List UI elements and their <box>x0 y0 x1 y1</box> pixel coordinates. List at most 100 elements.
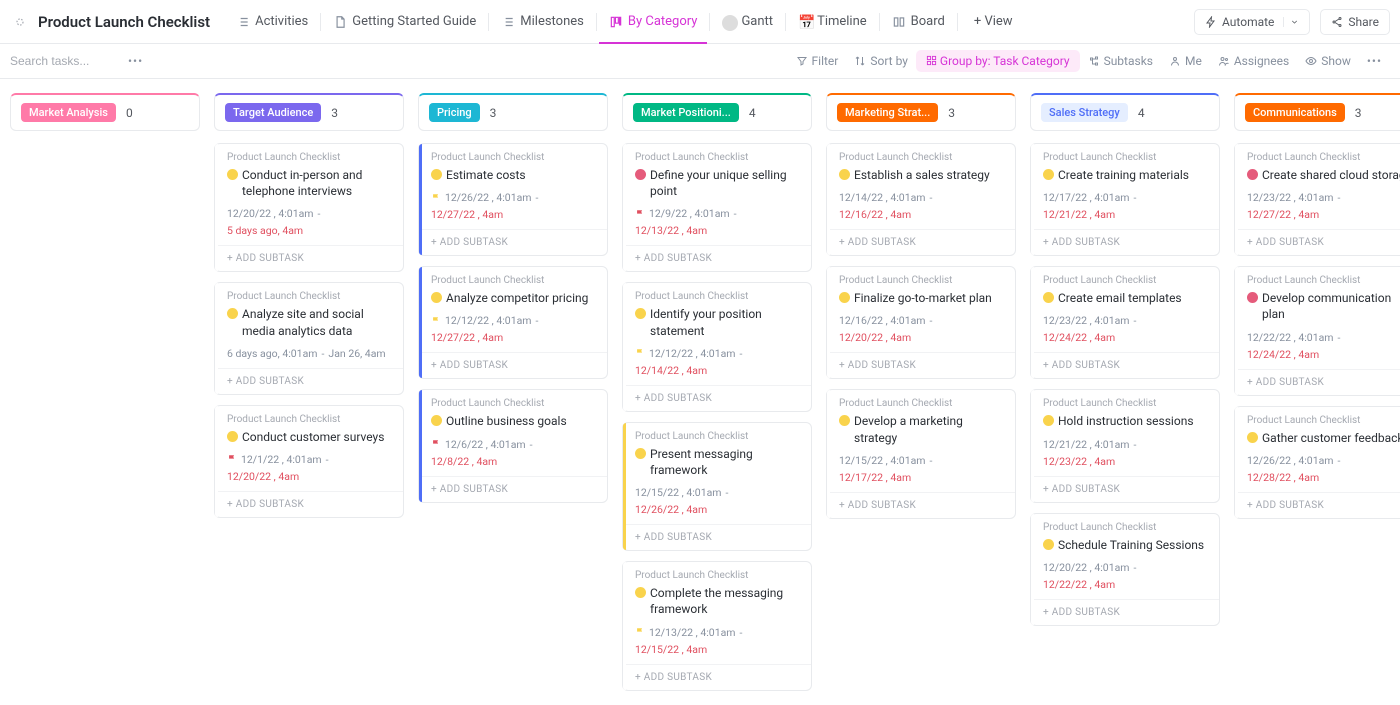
show-button[interactable]: Show <box>1297 50 1359 72</box>
task-card[interactable]: Product Launch Checklist Complete the me… <box>622 561 812 690</box>
app-logo-icon <box>10 12 30 32</box>
tab-gantt[interactable]: Gantt <box>712 8 783 35</box>
task-card[interactable]: Product Launch Checklist Create email te… <box>1030 266 1220 379</box>
add-subtask-button[interactable]: + ADD SUBTASK <box>1235 369 1400 395</box>
column-header[interactable]: Marketing Strat...3 <box>826 93 1016 131</box>
tab-label: Getting Started Guide <box>352 14 476 29</box>
task-card[interactable]: Product Launch Checklist Analyze site an… <box>214 282 404 394</box>
task-card[interactable]: Product Launch Checklist Develop communi… <box>1234 266 1400 395</box>
add-subtask-button[interactable]: + ADD SUBTASK <box>419 229 607 255</box>
start-date: 12/26/22 , 4:01am <box>1247 454 1334 467</box>
add-subtask-button[interactable]: + ADD SUBTASK <box>1235 492 1400 518</box>
task-dates: 12/21/22 , 4:01am - 12/23/22 , 4am <box>1043 438 1209 468</box>
column-header[interactable]: Sales Strategy4 <box>1030 93 1220 131</box>
add-subtask-button[interactable]: + ADD SUBTASK <box>623 245 811 271</box>
search-input[interactable] <box>10 54 120 68</box>
start-date: 12/1/22 , 4:01am <box>241 453 322 466</box>
share-button[interactable]: Share <box>1320 9 1390 35</box>
subtasks-button[interactable]: Subtasks <box>1080 50 1161 72</box>
column-header[interactable]: Target Audience3 <box>214 93 404 131</box>
more-search-icon[interactable]: ••• <box>120 50 151 72</box>
task-title: Complete the messaging framework <box>635 585 801 617</box>
start-date: 12/16/22 , 4:01am <box>839 314 926 327</box>
due-date: 12/20/22 , 4am <box>227 470 299 483</box>
add-subtask-button[interactable]: + ADD SUBTASK <box>419 352 607 378</box>
task-card[interactable]: Product Launch Checklist Finalize go-to-… <box>826 266 1016 379</box>
task-card[interactable]: Product Launch Checklist Outline busines… <box>418 389 608 502</box>
column-header[interactable]: Market Positioni...4 <box>622 93 812 131</box>
card-count: 4 <box>1138 106 1145 120</box>
tab-timeline[interactable]: 📅Timeline <box>788 8 877 35</box>
tab-board[interactable]: Board <box>882 8 955 35</box>
task-card[interactable]: Product Launch Checklist Hold instructio… <box>1030 389 1220 502</box>
task-card[interactable]: Product Launch Checklist Develop a marke… <box>826 389 1016 518</box>
tab-milestones[interactable]: Milestones <box>491 8 594 35</box>
card-count: 3 <box>331 106 338 120</box>
add-subtask-button[interactable]: + ADD SUBTASK <box>827 352 1015 378</box>
add-subtask-button[interactable]: + ADD SUBTASK <box>623 524 811 550</box>
add-subtask-button[interactable]: + ADD SUBTASK <box>1235 229 1400 255</box>
assignees-button[interactable]: Assignees <box>1210 50 1297 72</box>
column-pricing: Pricing3 Product Launch Checklist Estima… <box>418 93 608 503</box>
column-target-audience: Target Audience3 Product Launch Checklis… <box>214 93 404 518</box>
people-icon <box>1218 55 1230 67</box>
flag-icon <box>431 439 441 449</box>
add-subtask-button[interactable]: + ADD SUBTASK <box>1031 229 1219 255</box>
task-card[interactable]: Product Launch Checklist Create training… <box>1030 143 1220 256</box>
task-dates: 12/15/22 , 4:01am - 12/17/22 , 4am <box>839 454 1005 484</box>
due-date: 12/22/22 , 4am <box>1043 578 1115 591</box>
task-dates: 12/17/22 , 4:01am - 12/21/22 , 4am <box>1043 191 1209 221</box>
add-subtask-button[interactable]: + ADD SUBTASK <box>215 245 403 271</box>
tab-getting-started-guide[interactable]: Getting Started Guide <box>323 8 486 35</box>
task-card[interactable]: Product Launch Checklist Schedule Traini… <box>1030 513 1220 626</box>
tab-by-category[interactable]: By Category <box>599 8 708 35</box>
task-card[interactable]: Product Launch Checklist Define your uni… <box>622 143 812 272</box>
task-card[interactable]: Product Launch Checklist Conduct custome… <box>214 405 404 518</box>
breadcrumb: Product Launch Checklist <box>431 398 597 409</box>
me-button[interactable]: Me <box>1161 50 1210 72</box>
column-header[interactable]: Market Analysis0 <box>10 93 200 131</box>
add-subtask-button[interactable]: + ADD SUBTASK <box>215 368 403 394</box>
start-date: 12/26/22 , 4:01am <box>445 191 532 204</box>
add-view-button[interactable]: + View <box>964 8 1023 35</box>
task-card[interactable]: Product Launch Checklist Create shared c… <box>1234 143 1400 256</box>
add-subtask-button[interactable]: + ADD SUBTASK <box>623 385 811 411</box>
breadcrumb: Product Launch Checklist <box>431 275 597 286</box>
automate-button[interactable]: Automate <box>1194 9 1310 35</box>
task-title: Conduct customer surveys <box>227 429 393 445</box>
task-card[interactable]: Product Launch Checklist Estimate costs … <box>418 143 608 256</box>
category-pill: Market Analysis <box>21 103 116 122</box>
add-subtask-button[interactable]: + ADD SUBTASK <box>215 491 403 517</box>
column-header[interactable]: Pricing3 <box>418 93 608 131</box>
add-subtask-button[interactable]: + ADD SUBTASK <box>1031 352 1219 378</box>
due-date: 12/15/22 , 4am <box>635 643 707 656</box>
add-subtask-button[interactable]: + ADD SUBTASK <box>827 229 1015 255</box>
more-toolbar-icon[interactable]: ••• <box>1359 50 1390 72</box>
task-card[interactable]: Product Launch Checklist Present messagi… <box>622 422 812 551</box>
list-icon <box>236 15 250 29</box>
task-card[interactable]: Product Launch Checklist Analyze competi… <box>418 266 608 379</box>
add-subtask-button[interactable]: + ADD SUBTASK <box>623 664 811 690</box>
filter-button[interactable]: Filter <box>788 50 847 72</box>
person-icon <box>1169 55 1181 67</box>
tab-activities[interactable]: Activities <box>226 8 318 35</box>
start-date: 12/15/22 , 4:01am <box>839 454 926 467</box>
chevron-down-icon[interactable] <box>1283 17 1299 27</box>
start-date: 12/21/22 , 4:01am <box>1043 438 1130 451</box>
column-header[interactable]: Communications3 <box>1234 93 1400 131</box>
start-date: 12/13/22 , 4:01am <box>649 626 736 639</box>
add-subtask-button[interactable]: + ADD SUBTASK <box>827 492 1015 518</box>
task-title: Outline business goals <box>431 413 597 429</box>
add-subtask-button[interactable]: + ADD SUBTASK <box>1031 599 1219 625</box>
start-date: 12/9/22 , 4:01am <box>649 207 730 220</box>
add-subtask-button[interactable]: + ADD SUBTASK <box>1031 476 1219 502</box>
add-subtask-button[interactable]: + ADD SUBTASK <box>419 476 607 502</box>
task-card[interactable]: Product Launch Checklist Gather customer… <box>1234 406 1400 519</box>
sort-button[interactable]: Sort by <box>846 50 916 72</box>
task-card[interactable]: Product Launch Checklist Establish a sal… <box>826 143 1016 256</box>
task-card[interactable]: Product Launch Checklist Identify your p… <box>622 282 812 411</box>
task-dates: 12/26/22 , 4:01am - 12/27/22 , 4am <box>431 191 597 221</box>
breadcrumb: Product Launch Checklist <box>227 414 393 425</box>
group-by-pill[interactable]: Group by: Task Category <box>916 50 1080 72</box>
task-card[interactable]: Product Launch Checklist Conduct in-pers… <box>214 143 404 272</box>
